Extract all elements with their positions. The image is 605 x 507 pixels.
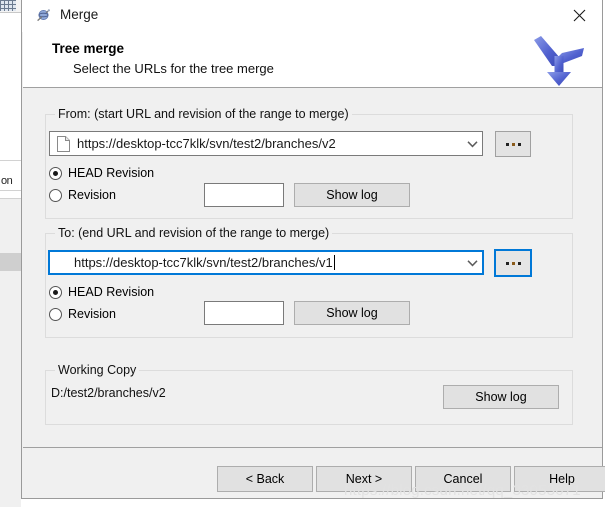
page-header: Tree merge Select the URLs for the tree … [23,31,602,88]
background-divider [0,190,22,191]
background-grid-icon [0,0,16,11]
to-group-legend: To: (end URL and revision of the range t… [55,226,333,240]
page-subtitle: Select the URLs for the tree merge [73,61,274,76]
from-revision-label: Revision [68,188,116,202]
background-window: on [0,0,22,507]
chevron-down-icon[interactable] [462,140,482,148]
radio-indicator [49,307,62,321]
to-revision-radio[interactable]: Revision [49,307,116,321]
to-head-revision-label: HEAD Revision [68,285,155,299]
from-head-revision-radio[interactable]: HEAD Revision [49,166,154,180]
background-panel [0,198,22,507]
ellipsis-icon [505,142,521,146]
from-url-value: https://desktop-tcc7klk/svn/test2/branch… [77,136,336,151]
background-selected-row [0,253,22,271]
working-copy-path: D:/test2/branches/v2 [51,386,166,400]
next-button[interactable]: Next > [316,466,412,492]
radio-indicator [49,166,62,180]
merge-dialog: Merge Tree merge Select the URLs for the… [21,0,605,499]
from-head-revision-label: HEAD Revision [68,166,155,180]
from-revision-radio[interactable]: Revision [49,188,116,202]
window-title: Merge [60,7,99,22]
background-divider [0,160,22,161]
from-browse-button[interactable] [495,131,531,157]
cancel-button[interactable]: Cancel [415,466,511,492]
dialog-footer: < Back Next > Cancel Help [23,447,605,498]
merge-app-icon [36,8,52,24]
working-copy-show-log-button[interactable]: Show log [443,385,559,409]
to-head-revision-radio[interactable]: HEAD Revision [49,285,154,299]
from-url-combobox[interactable]: https://desktop-tcc7klk/svn/test2/branch… [49,131,483,156]
dialog-drop-shadow [21,499,605,507]
title-bar: Merge [22,0,602,32]
working-copy-legend: Working Copy [55,363,140,377]
to-browse-button[interactable] [494,249,532,277]
to-revision-label: Revision [68,307,116,321]
from-show-log-button[interactable]: Show log [294,183,410,207]
dialog-body: From: (start URL and revision of the ran… [23,89,602,446]
radio-indicator [49,188,62,202]
to-url-combobox[interactable]: https://desktop-tcc7klk/svn/test2/branch… [48,250,484,275]
page-title: Tree merge [52,41,125,56]
to-revision-input[interactable] [204,301,284,325]
to-show-log-button[interactable]: Show log [294,301,410,325]
close-icon[interactable] [557,0,602,31]
chevron-down-icon[interactable] [462,259,482,267]
background-text: on [1,175,13,187]
back-button[interactable]: < Back [217,466,313,492]
to-url-value: https://desktop-tcc7klk/svn/test2/branch… [74,255,335,270]
help-button[interactable]: Help [514,466,605,492]
radio-indicator [49,285,62,299]
document-icon [57,135,70,152]
from-group-legend: From: (start URL and revision of the ran… [55,107,352,121]
merge-arrows-icon [530,34,588,88]
ellipsis-icon [505,261,521,265]
from-revision-input[interactable] [204,183,284,207]
text-cursor [333,255,335,270]
